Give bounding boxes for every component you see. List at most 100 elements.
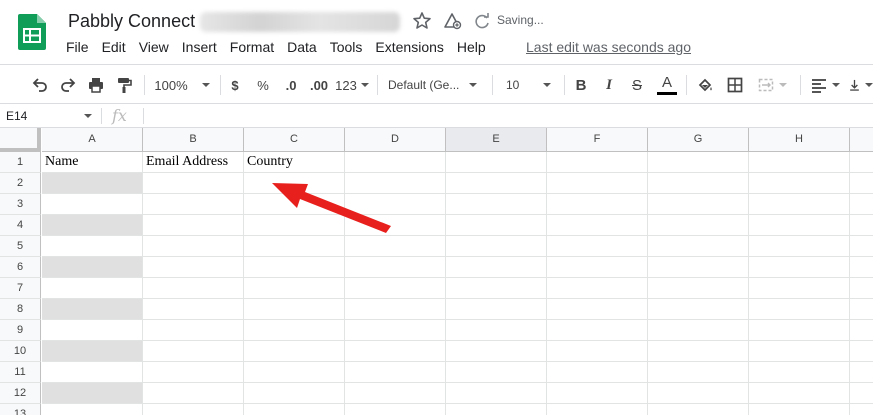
cell-c10[interactable] bbox=[244, 341, 345, 362]
bold-button[interactable]: B bbox=[572, 74, 590, 96]
cell-partial10[interactable] bbox=[850, 341, 873, 362]
cell-d4[interactable] bbox=[345, 215, 446, 236]
cell-e2[interactable] bbox=[446, 173, 547, 194]
cell-f8[interactable] bbox=[547, 299, 648, 320]
cell-partial9[interactable] bbox=[850, 320, 873, 341]
cell-b13[interactable] bbox=[143, 404, 244, 415]
column-header-a[interactable]: A bbox=[42, 128, 143, 152]
horizontal-align-button[interactable] bbox=[808, 74, 842, 96]
row-header-6[interactable]: 6 bbox=[0, 257, 41, 278]
cell-partial8[interactable] bbox=[850, 299, 873, 320]
number-format-select[interactable]: 123 bbox=[335, 74, 369, 96]
cell-c2[interactable] bbox=[244, 173, 345, 194]
cell-c9[interactable] bbox=[244, 320, 345, 341]
cell-e11[interactable] bbox=[446, 362, 547, 383]
cell-b10[interactable] bbox=[143, 341, 244, 362]
menu-data[interactable]: Data bbox=[287, 39, 317, 55]
vertical-align-button[interactable] bbox=[848, 74, 873, 96]
strikethrough-button[interactable]: S bbox=[628, 74, 646, 96]
column-header-f[interactable]: F bbox=[547, 128, 648, 152]
cell-c1[interactable]: Country bbox=[244, 152, 345, 173]
cell-h6[interactable] bbox=[749, 257, 850, 278]
percent-format-button[interactable]: % bbox=[254, 74, 272, 96]
google-sheets-logo-icon[interactable] bbox=[18, 14, 46, 50]
cell-b7[interactable] bbox=[143, 278, 244, 299]
cell-h4[interactable] bbox=[749, 215, 850, 236]
row-header-3[interactable]: 3 bbox=[0, 194, 41, 215]
row-header-1[interactable]: 1 bbox=[0, 152, 41, 173]
cell-partial6[interactable] bbox=[850, 257, 873, 278]
menu-help[interactable]: Help bbox=[457, 39, 486, 55]
redo-button[interactable] bbox=[58, 74, 78, 96]
row-header-4[interactable]: 4 bbox=[0, 215, 41, 236]
cell-a2[interactable] bbox=[42, 173, 143, 194]
cell-h2[interactable] bbox=[749, 173, 850, 194]
cell-b9[interactable] bbox=[143, 320, 244, 341]
cell-d8[interactable] bbox=[345, 299, 446, 320]
cell-c6[interactable] bbox=[244, 257, 345, 278]
row-header-9[interactable]: 9 bbox=[0, 320, 41, 341]
cell-g9[interactable] bbox=[648, 320, 749, 341]
menu-tools[interactable]: Tools bbox=[330, 39, 363, 55]
formula-input[interactable] bbox=[146, 104, 873, 128]
cell-a10[interactable] bbox=[42, 341, 143, 362]
column-header-b[interactable]: B bbox=[143, 128, 244, 152]
increase-decimal-button[interactable]: .00 bbox=[306, 74, 332, 96]
cell-b4[interactable] bbox=[143, 215, 244, 236]
cell-d5[interactable] bbox=[345, 236, 446, 257]
cell-f9[interactable] bbox=[547, 320, 648, 341]
last-edit-link[interactable]: Last edit was seconds ago bbox=[526, 39, 691, 55]
cell-a7[interactable] bbox=[42, 278, 143, 299]
cell-a8[interactable] bbox=[42, 299, 143, 320]
row-header-2[interactable]: 2 bbox=[0, 173, 41, 194]
column-header-g[interactable]: G bbox=[648, 128, 749, 152]
cell-a1[interactable]: Name bbox=[42, 152, 143, 173]
cell-b1[interactable]: Email Address bbox=[143, 152, 244, 173]
paint-format-button[interactable] bbox=[114, 74, 134, 96]
cell-h12[interactable] bbox=[749, 383, 850, 404]
font-family-select[interactable]: Default (Ge... bbox=[388, 74, 484, 96]
cell-d1[interactable] bbox=[345, 152, 446, 173]
column-header-d[interactable]: D bbox=[345, 128, 446, 152]
cell-d6[interactable] bbox=[345, 257, 446, 278]
cell-h9[interactable] bbox=[749, 320, 850, 341]
cell-d12[interactable] bbox=[345, 383, 446, 404]
cell-partial12[interactable] bbox=[850, 383, 873, 404]
cell-a13[interactable] bbox=[42, 404, 143, 415]
row-header-8[interactable]: 8 bbox=[0, 299, 41, 320]
column-header-h[interactable]: H bbox=[749, 128, 850, 152]
italic-button[interactable]: I bbox=[600, 74, 618, 96]
column-header-e[interactable]: E bbox=[446, 128, 547, 152]
cell-h5[interactable] bbox=[749, 236, 850, 257]
cell-b11[interactable] bbox=[143, 362, 244, 383]
cell-c4[interactable] bbox=[244, 215, 345, 236]
cell-h10[interactable] bbox=[749, 341, 850, 362]
cell-f6[interactable] bbox=[547, 257, 648, 278]
cell-f2[interactable] bbox=[547, 173, 648, 194]
cell-partial4[interactable] bbox=[850, 215, 873, 236]
merge-cells-button[interactable] bbox=[752, 74, 792, 96]
cell-d11[interactable] bbox=[345, 362, 446, 383]
cell-b6[interactable] bbox=[143, 257, 244, 278]
cell-b8[interactable] bbox=[143, 299, 244, 320]
column-header-partial[interactable] bbox=[850, 128, 873, 152]
cell-partial2[interactable] bbox=[850, 173, 873, 194]
cell-d9[interactable] bbox=[345, 320, 446, 341]
cell-h8[interactable] bbox=[749, 299, 850, 320]
cell-a5[interactable] bbox=[42, 236, 143, 257]
cell-g6[interactable] bbox=[648, 257, 749, 278]
cell-d2[interactable] bbox=[345, 173, 446, 194]
cell-d7[interactable] bbox=[345, 278, 446, 299]
cell-f4[interactable] bbox=[547, 215, 648, 236]
cell-e6[interactable] bbox=[446, 257, 547, 278]
cell-g11[interactable] bbox=[648, 362, 749, 383]
cell-g7[interactable] bbox=[648, 278, 749, 299]
currency-format-button[interactable]: $ bbox=[226, 74, 244, 96]
cell-e5[interactable] bbox=[446, 236, 547, 257]
cell-a3[interactable] bbox=[42, 194, 143, 215]
cell-c13[interactable] bbox=[244, 404, 345, 415]
print-button[interactable] bbox=[86, 74, 106, 96]
cell-f11[interactable] bbox=[547, 362, 648, 383]
cell-g4[interactable] bbox=[648, 215, 749, 236]
cell-a4[interactable] bbox=[42, 215, 143, 236]
